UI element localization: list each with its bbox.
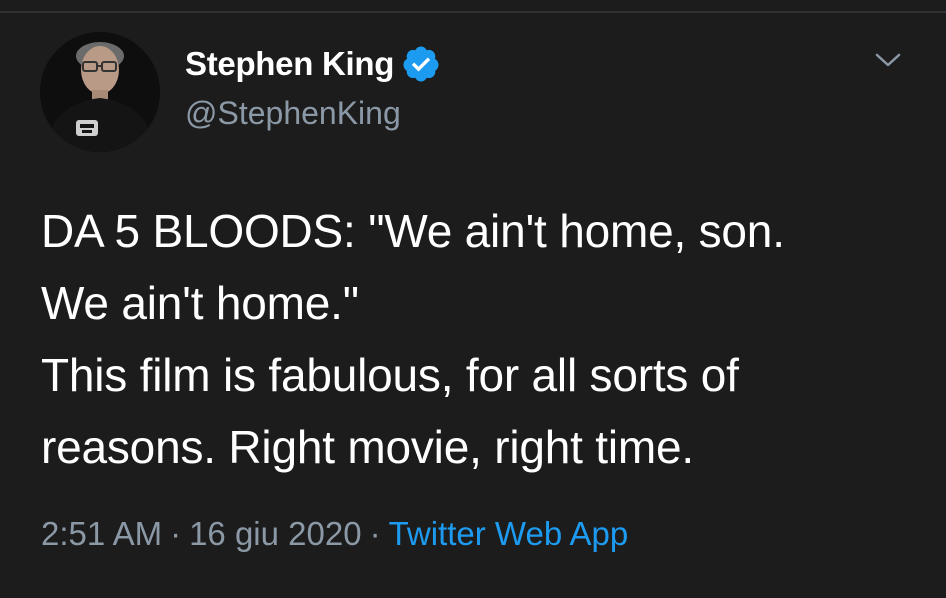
tweet-text-line: reasons. Right movie, right time. [41, 421, 694, 473]
tweet-date[interactable]: 16 giu 2020 [189, 515, 362, 552]
meta-separator: · [170, 515, 182, 552]
tweet-source-link[interactable]: Twitter Web App [389, 515, 629, 552]
author-display-name[interactable]: Stephen King [185, 45, 394, 83]
verified-badge-icon [401, 44, 441, 84]
tweet-text-line: This film is fabulous, for all sorts of [41, 349, 739, 401]
avatar[interactable] [40, 32, 160, 152]
avatar-image [40, 32, 160, 152]
tweet-text: DA 5 BLOODS: "We ain't home, son. We ain… [41, 195, 921, 483]
meta-separator: · [369, 515, 381, 552]
tweet-time[interactable]: 2:51 AM [41, 515, 162, 552]
chevron-down-icon[interactable] [873, 50, 903, 70]
tweet-card: Stephen King @StephenKing DA 5 BLOODS: "… [0, 0, 946, 598]
tweet-text-line: We ain't home." [41, 277, 359, 329]
author-handle[interactable]: @StephenKing [185, 95, 401, 132]
author-name-row: Stephen King [185, 44, 441, 84]
top-divider [0, 0, 946, 13]
tweet-text-line: DA 5 BLOODS: "We ain't home, son. [41, 205, 785, 257]
tweet-metadata: 2:51 AM · 16 giu 2020 · Twitter Web App [41, 515, 628, 553]
